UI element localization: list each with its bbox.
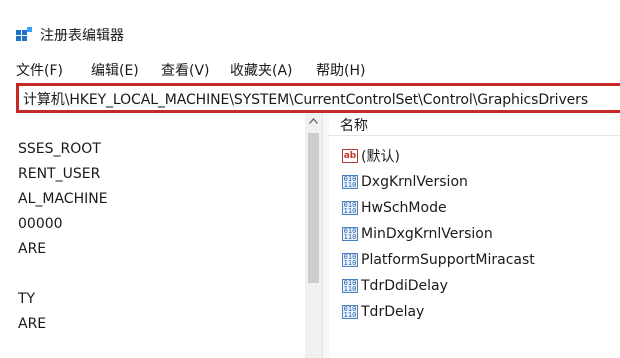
address-path[interactable]: 计算机\HKEY_LOCAL_MACHINE\SYSTEM\CurrentCon… <box>23 89 588 109</box>
binary-value-icon: 010 110 <box>342 305 358 319</box>
tree-item[interactable]: ARE <box>18 316 46 332</box>
menu-edit[interactable]: 编辑(E) <box>91 60 139 80</box>
values-pane: 名称 ab (默认) 010 110 DxgKrnlVersion 010 110 … <box>328 113 620 358</box>
value-row-default[interactable]: ab (默认) <box>342 146 400 166</box>
window-title: 注册表编辑器 <box>40 28 124 44</box>
regedit-icon <box>16 27 32 41</box>
value-name: HwSchMode <box>361 200 447 216</box>
scroll-up-icon[interactable] <box>307 113 320 129</box>
tree-item[interactable]: TY <box>18 291 35 307</box>
tree-item[interactable]: SSES_ROOT <box>18 141 101 157</box>
binary-value-icon: 010 110 <box>342 279 358 293</box>
menu-bar: 文件(F) 编辑(E) 查看(V) 收藏夹(A) 帮助(H) <box>0 58 620 82</box>
value-name: (默认) <box>361 149 400 165</box>
menu-view[interactable]: 查看(V) <box>161 60 210 80</box>
value-name: TdrDelay <box>361 304 425 320</box>
value-name: MinDxgKrnlVersion <box>361 226 493 242</box>
value-name: PlatformSupportMiracast <box>361 252 535 268</box>
value-row[interactable]: 010 110 DxgKrnlVersion <box>342 172 468 192</box>
key-tree-pane[interactable]: SSES_ROOT RENT_USER AL_MACHINE 00000 ARE… <box>0 113 320 358</box>
menu-help[interactable]: 帮助(H) <box>316 60 365 80</box>
binary-value-icon: 010 110 <box>342 201 358 215</box>
value-name: TdrDdiDelay <box>361 278 448 294</box>
binary-value-icon: 010 110 <box>342 175 358 189</box>
value-row[interactable]: 010 110 MinDxgKrnlVersion <box>342 224 493 244</box>
value-row[interactable]: 010 110 TdrDelay <box>342 302 424 322</box>
tree-item[interactable]: 00000 <box>18 216 63 232</box>
scroll-thumb[interactable] <box>308 133 319 283</box>
value-row[interactable]: 010 110 HwSchMode <box>342 198 447 218</box>
value-name: DxgKrnlVersion <box>361 174 468 190</box>
binary-value-icon: 010 110 <box>342 227 358 241</box>
title-bar: 注册表编辑器 <box>0 0 620 50</box>
header-divider <box>328 135 620 136</box>
address-bar[interactable]: 计算机\HKEY_LOCAL_MACHINE\SYSTEM\CurrentCon… <box>16 83 620 113</box>
column-header-name[interactable]: 名称 <box>340 115 368 135</box>
tree-item[interactable]: ARE <box>18 241 46 257</box>
menu-favorites[interactable]: 收藏夹(A) <box>230 60 293 80</box>
string-value-icon: ab <box>342 149 358 163</box>
value-row[interactable]: 010 110 TdrDdiDelay <box>342 276 448 296</box>
menu-file[interactable]: 文件(F) <box>16 60 63 80</box>
tree-scrollbar[interactable] <box>305 113 322 358</box>
value-row[interactable]: 010 110 PlatformSupportMiracast <box>342 250 535 270</box>
binary-value-icon: 010 110 <box>342 253 358 267</box>
tree-item[interactable]: AL_MACHINE <box>18 191 108 207</box>
tree-item[interactable]: RENT_USER <box>18 166 100 182</box>
